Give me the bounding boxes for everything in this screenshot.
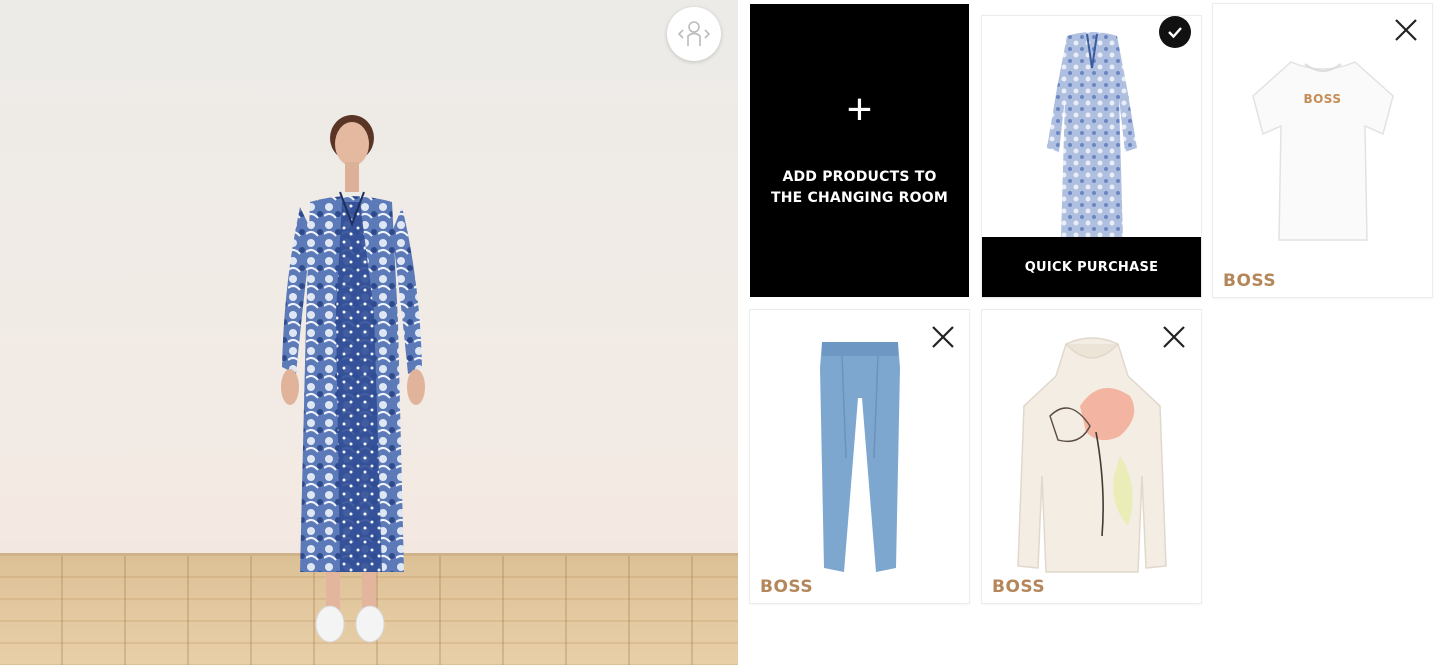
360-view-icon	[677, 21, 711, 46]
brand-label: BOSS	[992, 577, 1046, 597]
avatar-model	[281, 115, 425, 643]
product-card-tshirt[interactable]: BOSS BOSS	[1213, 4, 1432, 297]
product-image-hoodie	[1017, 337, 1167, 573]
add-products-label: ADD PRODUCTS TO THE CHANGING ROOM	[771, 169, 948, 206]
view-360-button[interactable]	[667, 7, 721, 61]
remove-trousers-button[interactable]	[930, 324, 956, 350]
remove-hoodie-button[interactable]	[1161, 324, 1187, 350]
close-icon	[1395, 19, 1417, 41]
quick-purchase-button[interactable]: QUICK PURCHASE	[982, 237, 1201, 297]
tshirt-logo-text: BOSS	[1303, 92, 1342, 106]
brand-label: BOSS	[1223, 271, 1277, 291]
close-icon	[1163, 326, 1185, 348]
remove-tshirt-button[interactable]	[1393, 17, 1419, 43]
product-image-trousers	[820, 342, 900, 572]
close-icon	[932, 326, 954, 348]
product-card-dress[interactable]: QUICK PURCHASE	[982, 16, 1201, 297]
product-image-dress	[1047, 32, 1137, 238]
fitting-room-view	[0, 0, 738, 665]
brand-label: BOSS	[760, 577, 814, 597]
product-image-tshirt	[1252, 61, 1394, 241]
add-products-card[interactable]: + ADD PRODUCTS TO THE CHANGING ROOM	[750, 4, 969, 297]
selected-check-icon	[1159, 16, 1191, 48]
product-card-hoodie[interactable]: BOSS	[982, 310, 1201, 603]
product-card-trousers[interactable]: BOSS	[750, 310, 969, 603]
plus-icon: +	[846, 85, 873, 134]
